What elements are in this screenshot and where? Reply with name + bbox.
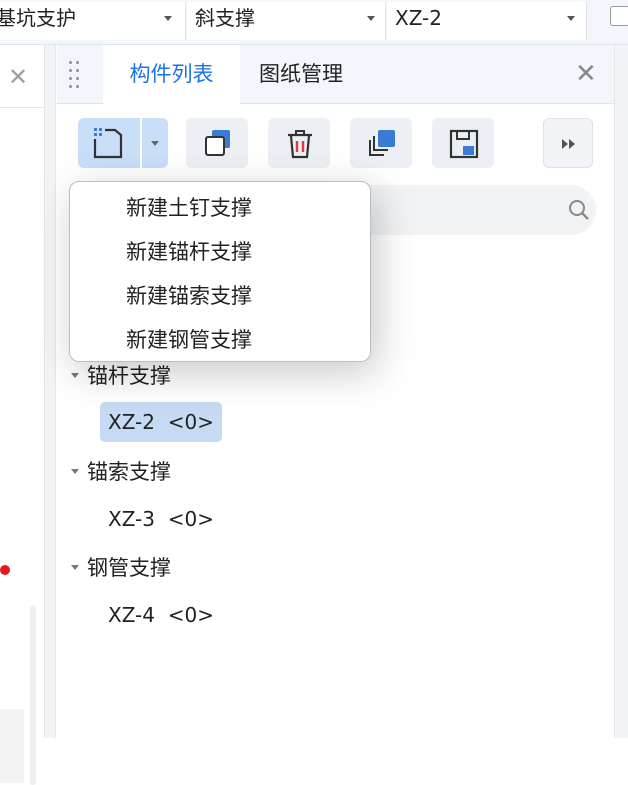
more-icon — [562, 139, 575, 149]
component-select[interactable]: XZ-2 — [387, 2, 587, 40]
caret-down-icon — [71, 564, 79, 570]
left-pane: ✕ — [0, 45, 44, 785]
menu-item-new-soil-nail[interactable]: 新建土钉支撑 — [126, 186, 252, 230]
type-select-value: 斜支撑 — [195, 6, 255, 30]
copy-to-floor-button[interactable] — [350, 118, 412, 168]
tab-drawing-management[interactable]: 图纸管理 — [259, 45, 343, 103]
chevron-down-icon — [151, 141, 159, 146]
tree-group-label: 锚杆支撑 — [87, 364, 171, 388]
more-button[interactable] — [543, 118, 593, 168]
close-icon[interactable]: ✕ — [8, 65, 28, 89]
tab-label: 构件列表 — [129, 62, 214, 86]
tab-component-list[interactable]: 构件列表 — [103, 45, 240, 104]
divider — [0, 107, 44, 108]
copy-icon — [205, 130, 230, 156]
tree-group-anchor-cable[interactable]: 锚索支撑 — [67, 455, 171, 489]
component-panel: 构件列表 图纸管理 ✕ 锚杆支撑 XZ-2 <0> 锚索支撑 XZ-3 <0> … — [57, 45, 614, 738]
right-scroll-gutter — [614, 45, 628, 738]
panel-tabbar: 构件列表 图纸管理 ✕ — [57, 45, 614, 104]
chevron-down-icon — [567, 16, 575, 21]
status-dot — [0, 565, 10, 575]
caret-down-icon — [71, 468, 79, 474]
left-pane-footer — [0, 709, 24, 783]
component-select-value: XZ-2 — [395, 6, 442, 30]
top-toolbar: 基坑支护 斜支撑 XZ-2 — [0, 0, 628, 45]
drag-handle-icon[interactable] — [67, 61, 81, 88]
copy-button[interactable] — [186, 118, 248, 168]
toolbar-checkbox[interactable] — [610, 6, 628, 26]
delete-button[interactable] — [268, 118, 330, 168]
save-icon — [449, 129, 479, 159]
type-select[interactable]: 斜支撑 — [187, 2, 386, 40]
delete-icon — [288, 130, 312, 159]
category-select-value: 基坑支护 — [0, 6, 76, 30]
tab-label: 图纸管理 — [259, 62, 343, 86]
chevron-down-icon — [367, 16, 375, 21]
caret-down-icon — [71, 372, 79, 378]
new-component-split-button — [78, 118, 168, 168]
menu-item-new-anchor-cable[interactable]: 新建锚索支撑 — [126, 274, 252, 318]
tree-group-label: 锚索支撑 — [87, 460, 171, 484]
tree-item-xz-3[interactable]: XZ-3 <0> — [100, 499, 222, 539]
tree-item-xz-4[interactable]: XZ-4 <0> — [100, 595, 222, 635]
search-icon[interactable] — [568, 199, 590, 221]
new-component-button[interactable] — [78, 118, 140, 168]
category-select[interactable]: 基坑支护 — [0, 2, 186, 40]
tree-item-xz-2[interactable]: XZ-2 <0> — [100, 402, 222, 442]
menu-item-new-steel-pipe[interactable]: 新建钢管支撑 — [126, 318, 252, 362]
new-component-menu: 新建土钉支撑 新建锚杆支撑 新建锚索支撑 新建钢管支撑 — [69, 181, 371, 362]
copy-to-floor-icon — [369, 130, 395, 156]
scrollbar[interactable] — [30, 605, 36, 785]
chevron-down-icon — [164, 16, 172, 21]
tree-group-steel-pipe[interactable]: 钢管支撑 — [67, 551, 171, 585]
new-component-dropdown[interactable] — [142, 118, 168, 168]
tree-group-anchor-rod[interactable]: 锚杆支撑 — [67, 359, 171, 393]
close-icon[interactable]: ✕ — [575, 61, 597, 87]
save-button[interactable] — [432, 118, 494, 168]
menu-item-new-anchor-rod[interactable]: 新建锚杆支撑 — [126, 230, 252, 274]
new-component-icon — [93, 128, 123, 159]
pane-splitter[interactable] — [44, 45, 56, 738]
tree-group-label: 钢管支撑 — [87, 556, 171, 580]
